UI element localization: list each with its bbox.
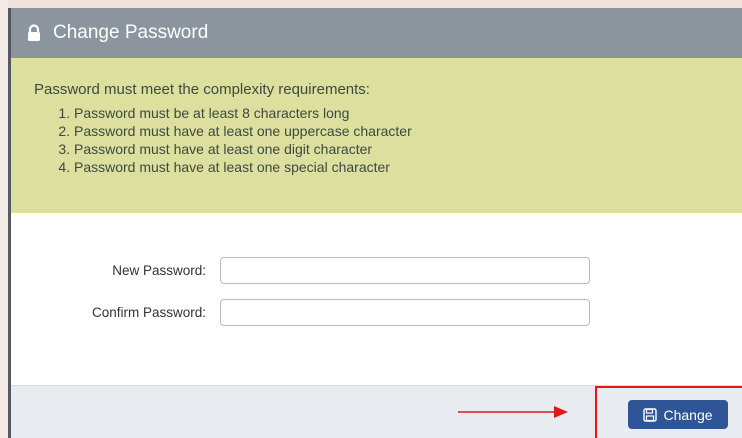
requirements-list: Password must be at least 8 characters l… bbox=[34, 104, 742, 176]
requirements-heading: Password must meet the complexity requir… bbox=[34, 81, 370, 98]
save-icon bbox=[643, 407, 658, 422]
lock-icon bbox=[25, 24, 43, 42]
dialog-footer: Change bbox=[11, 385, 742, 438]
confirm-password-input[interactable] bbox=[220, 299, 590, 326]
change-button-label: Change bbox=[663, 406, 713, 423]
confirm-password-row: Confirm Password: bbox=[11, 299, 590, 326]
new-password-label: New Password: bbox=[112, 263, 206, 278]
password-requirements-panel: Password must meet the complexity requir… bbox=[11, 58, 742, 213]
requirement-item: Password must have at least one special … bbox=[74, 158, 742, 176]
new-password-input[interactable] bbox=[220, 257, 590, 284]
new-password-row: New Password: bbox=[11, 257, 590, 284]
change-password-dialog: Change Password Password must meet the c… bbox=[8, 8, 742, 438]
requirement-item: Password must have at least one digit ch… bbox=[74, 140, 742, 158]
background-left-stripe bbox=[0, 0, 8, 438]
dialog-title: Change Password bbox=[53, 22, 209, 43]
dialog-titlebar: Change Password bbox=[11, 8, 742, 58]
confirm-password-label: Confirm Password: bbox=[91, 305, 206, 320]
requirement-item: Password must be at least 8 characters l… bbox=[74, 104, 742, 122]
change-button[interactable]: Change bbox=[628, 400, 728, 429]
password-form: New Password: Confirm Password: bbox=[11, 213, 742, 385]
requirement-item: Password must have at least one uppercas… bbox=[74, 122, 742, 140]
